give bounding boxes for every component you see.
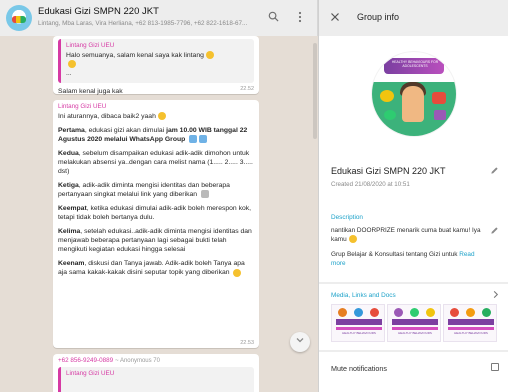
message-sender[interactable]: Lintang Gizi UEU [58, 103, 254, 110]
rule-text: , diskusi dan Tanya jawab. Adik-adik bol… [58, 260, 245, 277]
quoted-sender: Lintang Gizi UEU [66, 42, 115, 49]
media-thumbnail[interactable]: HEALTHY BEHAVIOURS [387, 304, 441, 342]
rule-heading: Pertama [58, 126, 85, 134]
mute-notifications-label: Mute notifications [331, 364, 387, 373]
rule-text: , edukasi gizi akan dimulai [84, 126, 167, 134]
media-thumbnail[interactable]: HEALTHY BEHAVIOURS [331, 304, 385, 342]
chevron-down-icon [296, 338, 304, 343]
quoted-more: ... [66, 70, 72, 78]
message-sender-phone[interactable]: +62 856-9249-0889 [58, 357, 113, 364]
chat-pane: Edukasi Gizi SMPN 220 JKT Lintang, Mba L… [0, 0, 318, 392]
group-photo[interactable]: HEALTHY BEHAVIOURS FOR ADOLESCENTS [372, 52, 456, 136]
smile-emoji-icon [233, 268, 242, 277]
rule-heading: Kedua [58, 149, 79, 157]
rules-intro: Ini aturannya, dibaca baik2 yaah [58, 113, 156, 120]
message-pushname: ~ Anonymous 70 [115, 358, 160, 364]
chevron-right-icon[interactable] [492, 290, 499, 301]
rule-text: , setelah edukasi..adik-adik diminta men… [58, 228, 252, 254]
message-time: 22.53 [240, 340, 254, 346]
group-avatar[interactable] [6, 5, 32, 31]
edit-pencil-icon[interactable] [489, 166, 499, 176]
alarm-clock-emoji-icon [199, 135, 208, 144]
mute-notifications-checkbox[interactable] [491, 363, 499, 371]
group-info-title: Group info [357, 12, 400, 22]
rule-heading: Kelima [58, 228, 81, 235]
rule-text: , sebelum disampaikan edukasi adik-adik … [58, 149, 253, 176]
chat-scrollbar[interactable] [313, 43, 317, 139]
chat-header[interactable]: Edukasi Gizi SMPN 220 JKT Lintang, Mba L… [0, 0, 318, 36]
chat-participants[interactable]: Lintang, Mba Laras, Vira Herliana, +62 8… [38, 20, 250, 27]
group-photo-caption: HEALTHY BEHAVIOURS FOR ADOLESCENTS [391, 60, 439, 68]
media-links-docs-label[interactable]: Media, Links and Docs [331, 292, 396, 299]
search-icon[interactable] [266, 11, 280, 25]
rule-heading: Keempat [58, 205, 87, 212]
group-name: Edukasi Gizi SMPN 220 JKT [331, 166, 446, 176]
group-info-pane: Group info HEALTHY BEHAVIOURS FOR ADOLES… [318, 0, 508, 392]
edit-pencil-icon[interactable] [489, 226, 499, 236]
description-line: Grup Belajar & Konsultasi tentang Gizi u… [331, 251, 458, 258]
media-thumbnail-caption: HEALTHY BEHAVIOURS [454, 331, 488, 335]
rule-text: , ketika edukasi dimulai adik-adik boleh… [58, 205, 252, 222]
chat-title[interactable]: Edukasi Gizi SMPN 220 JKT [38, 6, 159, 17]
alarm-clock-emoji-icon [189, 135, 198, 144]
message-time: 22.52 [240, 86, 254, 92]
scroll-down-button[interactable] [290, 332, 310, 352]
wink-emoji-icon [348, 235, 357, 244]
description-card: Description nantikan DOORPRIZE menarik c… [319, 208, 508, 282]
smile-emoji-icon [205, 51, 214, 60]
message-bubble[interactable]: Lintang Gizi UEU Ini aturannya, dibaca b… [53, 100, 259, 348]
writing-hand-emoji-icon [200, 190, 209, 199]
message-text: Salam kenal juga kak [58, 88, 123, 95]
rule-heading: Keenam [58, 260, 85, 268]
rule-heading: Ketiga [58, 182, 79, 189]
mute-notifications-row[interactable]: Mute notifications [319, 352, 508, 392]
smile-emoji-icon [157, 112, 166, 121]
quoted-sender: Lintang Gizi UEU [66, 370, 115, 377]
description-label: Description [331, 214, 363, 221]
message-bubble[interactable]: +62 856-9249-0889 ~ Anonymous 70 Lintang… [53, 354, 259, 392]
message-bubble[interactable]: Lintang Gizi UEU Halo semuanya, salam ke… [53, 36, 259, 95]
close-icon[interactable] [327, 10, 343, 26]
smile-emoji-icon [68, 60, 76, 69]
media-thumbnail-caption: HEALTHY BEHAVIOURS [342, 331, 376, 335]
quoted-message[interactable]: Lintang Gizi UEU Halo semuanya, salam ke… [58, 39, 254, 83]
media-thumbnail[interactable]: HEALTHY BEHAVIOURS [443, 304, 497, 342]
media-thumbnail-caption: HEALTHY BEHAVIOURS [398, 331, 432, 335]
quoted-text: Halo semuanya, salam kenal saya kak lint… [66, 52, 204, 59]
group-created-date: Created 21/08/2020 at 10:51 [331, 181, 410, 188]
description-text: nantikan DOORPRIZE menarik cuma buat kam… [331, 226, 487, 274]
more-vertical-icon[interactable] [293, 11, 307, 25]
group-info-header: Group info [319, 0, 508, 36]
message-list[interactable]: Lintang Gizi UEU Halo semuanya, salam ke… [0, 36, 318, 392]
media-links-docs-card[interactable]: Media, Links and Docs HEALTHY BEHAVIOURS… [319, 284, 508, 350]
group-profile-card: HEALTHY BEHAVIOURS FOR ADOLESCENTS Eduka… [319, 36, 508, 208]
quoted-message[interactable]: Lintang Gizi UEU [58, 367, 254, 392]
